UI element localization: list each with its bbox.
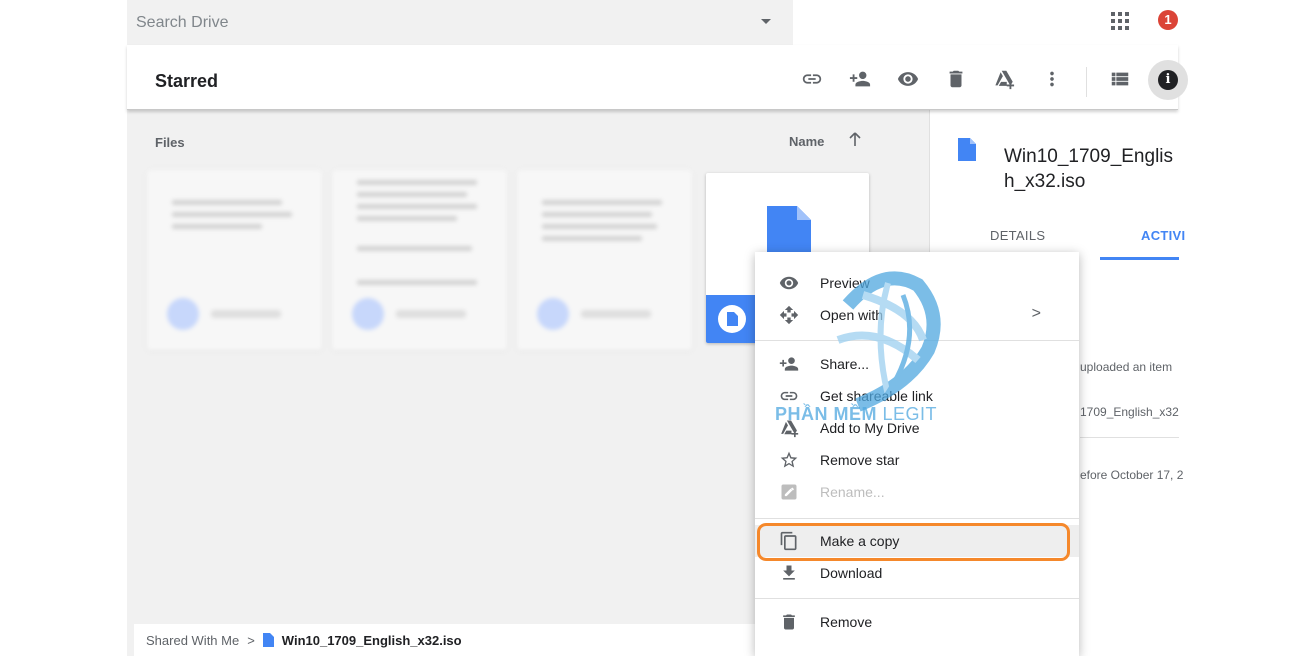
more-vert-icon[interactable]: [1040, 67, 1064, 91]
download-icon: [779, 563, 799, 583]
menu-item-label: Remove: [820, 614, 873, 630]
chevron-right-icon: >: [1031, 305, 1041, 322]
page-title: Starred: [155, 71, 219, 91]
file-icon: [262, 633, 274, 647]
active-tab-indicator: [1100, 257, 1179, 260]
menu-item-label: Share...: [820, 356, 870, 372]
menu-divider: [755, 340, 1079, 341]
menu-item-label: Remove star: [820, 452, 900, 468]
drive-window: 1 Starred i Files Name: [0, 0, 1305, 656]
link-icon: [779, 386, 799, 406]
search-input[interactable]: [136, 13, 736, 32]
notification-badge[interactable]: 1: [1158, 10, 1178, 30]
file-card[interactable]: [147, 170, 322, 350]
add-to-drive-icon[interactable]: [992, 67, 1016, 91]
eye-icon[interactable]: [896, 67, 920, 91]
toolbar-divider: [1086, 67, 1087, 97]
list-view-icon[interactable]: [1108, 67, 1132, 91]
menu-item-preview[interactable]: Preview: [755, 267, 1079, 299]
add-person-icon: [779, 354, 799, 374]
move-arrows-icon: [779, 305, 799, 325]
file-card[interactable]: [517, 170, 692, 350]
menu-item-download[interactable]: Download: [755, 557, 1079, 589]
highlight-annotation: [757, 523, 1070, 561]
menu-item-label: Get shareable link: [820, 388, 933, 404]
trash-icon[interactable]: [944, 67, 968, 91]
edit-icon: [779, 482, 799, 502]
menu-item-label: Open with: [820, 307, 884, 323]
apps-grid-icon[interactable]: [1111, 12, 1129, 30]
menu-item-label: Rename...: [820, 484, 885, 500]
activity-date: efore October 17, 2: [1080, 468, 1184, 482]
file-card[interactable]: [332, 170, 507, 350]
breadcrumb-parent[interactable]: Shared With Me: [146, 633, 239, 648]
link-icon[interactable]: [800, 67, 824, 91]
add-person-icon[interactable]: [848, 67, 872, 91]
menu-item-remove[interactable]: Remove: [755, 606, 1079, 638]
arrow-up-icon[interactable]: [847, 131, 863, 149]
tab-activity[interactable]: ACTIVI: [1141, 228, 1185, 243]
chevron-right-icon: >: [247, 632, 255, 648]
page-header: Starred i: [127, 45, 1188, 110]
files-section-label: Files: [155, 135, 185, 150]
menu-divider: [755, 598, 1079, 599]
menu-divider: [755, 518, 1079, 519]
menu-item-remove-star[interactable]: Remove star: [755, 444, 1079, 476]
sort-by-name[interactable]: Name: [789, 134, 824, 149]
info-icon: i: [1158, 70, 1178, 90]
search-options-icon[interactable]: [761, 19, 771, 24]
context-menu: Preview Open with > Share... Get shareab…: [755, 252, 1079, 656]
menu-item-label: Download: [820, 565, 883, 581]
star-outline-icon: [779, 450, 799, 470]
watermark-text: PHẦN MỀM LEGIT: [775, 404, 938, 424]
trash-icon: [779, 612, 799, 632]
menu-item-open-with[interactable]: Open with >: [755, 299, 1079, 331]
eye-icon: [779, 273, 799, 293]
menu-item-rename: Rename...: [755, 476, 1079, 508]
activity-text: uploaded an item: [1080, 360, 1173, 374]
tab-details[interactable]: DETAILS: [990, 228, 1045, 243]
info-button[interactable]: i: [1148, 60, 1188, 100]
file-icon: [958, 138, 976, 161]
menu-item-label: Preview: [820, 275, 870, 291]
search-bar: [127, 0, 793, 45]
divider: [1080, 437, 1179, 438]
breadcrumb-current[interactable]: Win10_1709_English_x32.iso: [282, 633, 462, 648]
activity-file[interactable]: 1709_English_x32: [1080, 405, 1179, 419]
menu-item-share[interactable]: Share...: [755, 348, 1079, 380]
breadcrumb: Shared With Me > Win10_1709_English_x32.…: [134, 624, 794, 656]
details-file-name: Win10_1709_English_x32.iso: [1004, 146, 1174, 192]
file-type-icon: [718, 305, 746, 333]
